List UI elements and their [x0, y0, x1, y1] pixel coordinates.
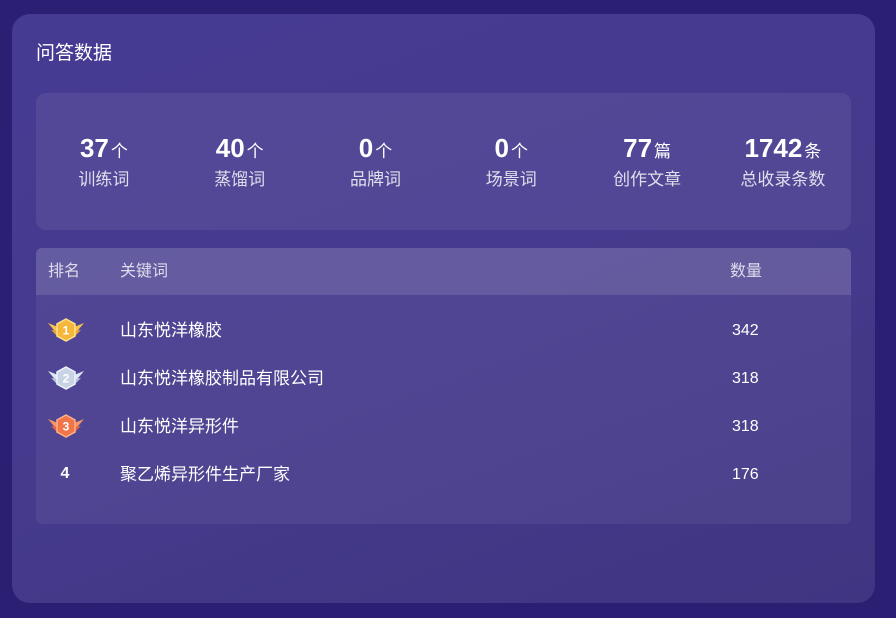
stat-label: 训练词	[78, 169, 130, 190]
stat-unit: 个	[246, 141, 264, 162]
keyword-ranking-table: 排名 关键词 数量 1 山东悦洋橡胶 342 2 山东悦洋橡胶制品有限公司 31…	[36, 248, 851, 524]
stat-unit: 个	[110, 141, 128, 162]
table-row: 1 山东悦洋橡胶 342	[36, 307, 851, 355]
stat-value: 0	[358, 132, 374, 163]
stat-label: 品牌词	[349, 169, 401, 190]
stat-unit: 篇	[654, 141, 672, 162]
row-keyword: 聚乙烯异形件生产厂家	[120, 465, 290, 485]
stat-label: 蒸馏词	[214, 169, 266, 190]
table-row: 2 山东悦洋橡胶制品有限公司 318	[36, 355, 851, 403]
row-count: 318	[732, 370, 759, 387]
table-row: 3 山东悦洋异形件 318	[36, 403, 851, 451]
header-count: 数量	[730, 261, 763, 280]
header-keyword: 关键词	[120, 261, 169, 280]
stat-unit: 个	[375, 141, 393, 162]
stat-label: 总收录条数	[740, 169, 826, 190]
stats-panel: 37 个 训练词 40 个 蒸馏词 0个 品牌词 0个 场景词 77 篇 创作文章 1…	[36, 93, 851, 230]
stat-distilled-words: 40 个 蒸馏词	[172, 133, 308, 191]
stat-value: 77	[623, 132, 653, 163]
stat-label: 创作文章	[613, 169, 682, 190]
rank-text: 4	[60, 465, 70, 482]
rank-number: 4	[46, 461, 86, 487]
bronze-medal-icon: 3	[46, 413, 86, 439]
row-count: 176	[732, 466, 759, 483]
stat-total-indexed: 1742 条 总收录条数	[715, 133, 851, 191]
stat-value: 1742	[744, 132, 803, 163]
stat-value: 40	[215, 132, 245, 163]
gold-medal-icon: 1	[46, 317, 86, 343]
row-count: 342	[732, 322, 759, 339]
stat-unit: 个	[511, 141, 529, 162]
stat-training-words: 37 个 训练词	[36, 133, 172, 191]
qa-data-card: 问答数据 37 个 训练词 40 个 蒸馏词 0个 品牌词 0个 场景词 77 篇 创…	[12, 14, 875, 603]
row-keyword: 山东悦洋橡胶制品有限公司	[120, 369, 324, 389]
stat-brand-words: 0个 品牌词	[308, 133, 444, 191]
table-header: 排名 关键词 数量	[36, 248, 851, 295]
stat-articles: 77 篇 创作文章	[579, 133, 715, 191]
card-title: 问答数据	[36, 42, 113, 64]
table-body: 1 山东悦洋橡胶 342 2 山东悦洋橡胶制品有限公司 318 3 山东悦洋异形…	[36, 295, 851, 499]
svg-text:2: 2	[63, 372, 70, 386]
table-row: 4 聚乙烯异形件生产厂家 176	[36, 451, 851, 499]
stat-scene-words: 0个 场景词	[443, 133, 579, 191]
stat-label: 场景词	[485, 169, 537, 190]
stat-value: 37	[79, 132, 109, 163]
row-keyword: 山东悦洋异形件	[120, 417, 239, 437]
header-rank: 排名	[48, 261, 81, 280]
svg-text:3: 3	[63, 420, 70, 434]
stat-value: 0	[494, 132, 510, 163]
stat-unit: 条	[804, 141, 822, 162]
svg-text:1: 1	[63, 324, 70, 338]
silver-medal-icon: 2	[46, 365, 86, 391]
row-keyword: 山东悦洋橡胶	[120, 321, 222, 341]
row-count: 318	[732, 418, 759, 435]
